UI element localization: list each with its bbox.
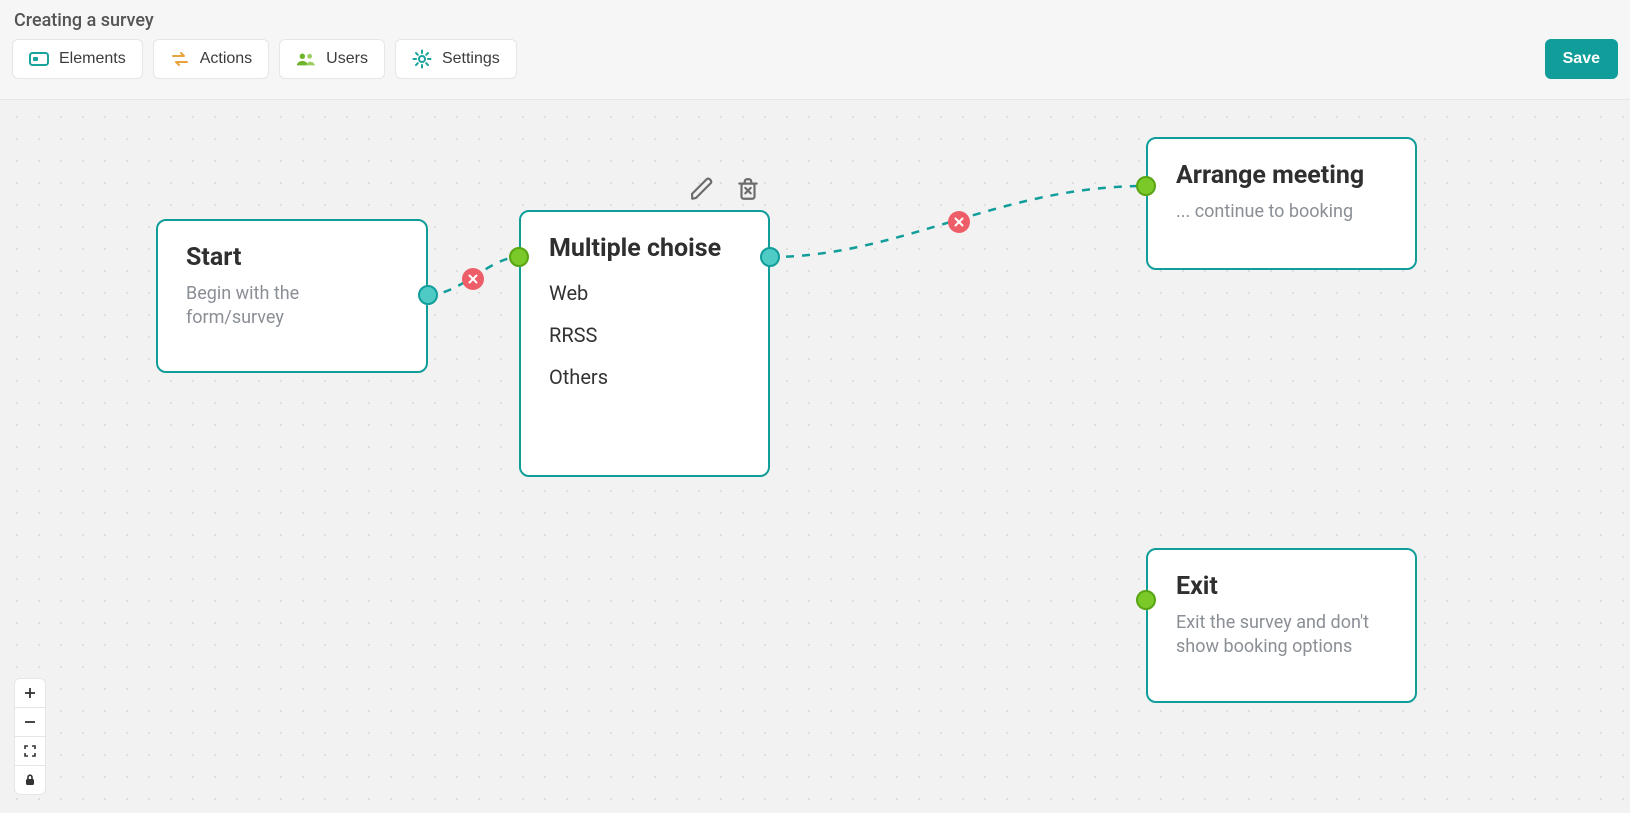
flow-canvas[interactable]: Start Begin with the form/survey Multipl… — [0, 100, 1630, 813]
actions-button[interactable]: Actions — [153, 39, 269, 79]
node-arrange-subtitle: ... continue to booking — [1176, 200, 1387, 224]
actions-icon — [170, 50, 190, 68]
node-arrange-title: Arrange meeting — [1176, 161, 1387, 190]
fullscreen-icon — [23, 744, 37, 758]
toolbar: Elements Actions Users — [12, 39, 1618, 79]
delete-node-button[interactable] — [734, 175, 762, 203]
node-multiple-choice[interactable]: Multiple choise Web RRSS Others — [519, 210, 770, 477]
node-arrange-meeting[interactable]: Arrange meeting ... continue to booking — [1146, 137, 1417, 270]
elements-icon — [29, 50, 49, 68]
zoom-controls — [14, 678, 46, 795]
pencil-icon — [689, 176, 715, 202]
node-start-title: Start — [186, 243, 398, 272]
lock-button[interactable] — [15, 766, 45, 794]
plus-icon — [23, 686, 37, 700]
node-exit[interactable]: Exit Exit the survey and don't show book… — [1146, 548, 1417, 703]
close-icon — [954, 217, 964, 227]
port-exit-in[interactable] — [1136, 590, 1156, 610]
settings-icon — [412, 50, 432, 68]
save-button[interactable]: Save — [1545, 39, 1618, 79]
trash-icon — [735, 176, 761, 202]
users-label: Users — [326, 50, 368, 68]
port-start-out[interactable] — [418, 285, 438, 305]
actions-label: Actions — [200, 50, 252, 68]
node-multiple-option: Others — [549, 365, 740, 389]
minus-icon — [23, 715, 37, 729]
port-multiple-out[interactable] — [760, 247, 780, 267]
elements-button[interactable]: Elements — [12, 39, 143, 79]
elements-label: Elements — [59, 50, 126, 68]
node-multiple-option: Web — [549, 281, 740, 305]
node-multiple-title: Multiple choise — [549, 234, 740, 263]
edit-node-button[interactable] — [688, 175, 716, 203]
settings-label: Settings — [442, 50, 500, 68]
zoom-out-button[interactable] — [15, 708, 45, 737]
page-title: Creating a survey — [14, 10, 1618, 31]
edge-multiple-arrange-delete[interactable] — [948, 211, 970, 233]
node-toolbar — [688, 175, 762, 203]
node-multiple-options: Web RRSS Others — [549, 281, 740, 389]
lock-icon — [23, 773, 37, 787]
zoom-in-button[interactable] — [15, 679, 45, 708]
users-icon — [296, 50, 316, 68]
header: Creating a survey Elements Actions — [0, 0, 1630, 100]
port-multiple-in[interactable] — [509, 247, 529, 267]
edge-start-multiple-delete[interactable] — [462, 268, 484, 290]
node-start[interactable]: Start Begin with the form/survey — [156, 219, 428, 373]
node-start-subtitle: Begin with the form/survey — [186, 282, 398, 331]
close-icon — [468, 274, 478, 284]
port-arrange-in[interactable] — [1136, 176, 1156, 196]
node-multiple-option: RRSS — [549, 323, 740, 347]
zoom-fit-button[interactable] — [15, 737, 45, 766]
node-exit-subtitle: Exit the survey and don't show booking o… — [1176, 611, 1387, 660]
settings-button[interactable]: Settings — [395, 39, 517, 79]
users-button[interactable]: Users — [279, 39, 385, 79]
node-exit-title: Exit — [1176, 572, 1387, 601]
